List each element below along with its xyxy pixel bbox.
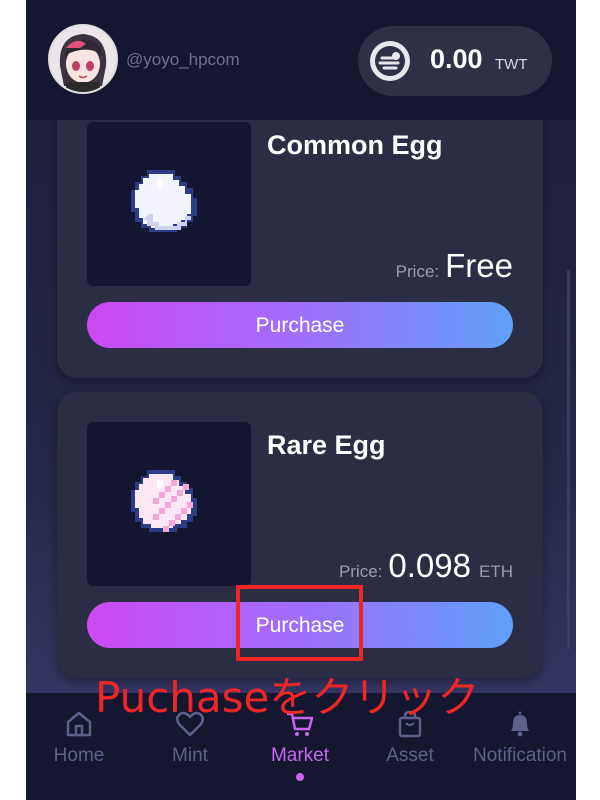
avatar[interactable]	[48, 24, 118, 94]
price-label: Price:	[338, 562, 383, 581]
rare-egg-pixel-icon	[131, 470, 197, 532]
active-tab-indicator	[296, 773, 304, 781]
common-egg-image	[87, 122, 251, 286]
top-header: @yoyo_hpcom 0.00 TWT	[26, 0, 576, 120]
balance-unit: TWT	[495, 56, 528, 73]
purchase-button[interactable]: Purchase	[87, 302, 513, 348]
product-card-common-egg: Common Egg Price: Free Purchase	[57, 92, 543, 378]
common-egg-pixel-icon	[131, 170, 197, 232]
balance-pill[interactable]: 0.00 TWT	[358, 26, 552, 96]
balance-amount: 0.00	[430, 44, 483, 74]
price-row: Price: 0.098 ETH	[339, 547, 513, 585]
username: @yoyo_hpcom	[126, 50, 240, 69]
rare-egg-image	[87, 422, 251, 586]
price-row: Price: Free	[396, 247, 513, 285]
price-label: Price:	[395, 262, 440, 281]
home-icon	[66, 711, 92, 737]
bell-icon	[511, 711, 529, 737]
twt-coin-icon	[370, 41, 410, 81]
highlight-box	[236, 585, 363, 661]
annotation-text: Puchaseをクリック	[95, 673, 480, 722]
price-unit: ETH	[479, 562, 513, 581]
product-title: Rare Egg	[267, 430, 386, 460]
tab-label: Home	[53, 745, 105, 766]
price-value: 0.098	[388, 547, 471, 584]
tab-label: Market	[270, 745, 330, 766]
scrollbar[interactable]	[567, 270, 570, 650]
avatar-image	[50, 26, 116, 92]
tab-notification[interactable]: Notification	[465, 709, 575, 767]
product-title: Common Egg	[267, 130, 443, 160]
tab-label: Asset	[386, 745, 434, 766]
tab-label: Mint	[172, 745, 208, 766]
tab-label: Notification	[473, 745, 567, 766]
price-value: Free	[445, 247, 513, 284]
